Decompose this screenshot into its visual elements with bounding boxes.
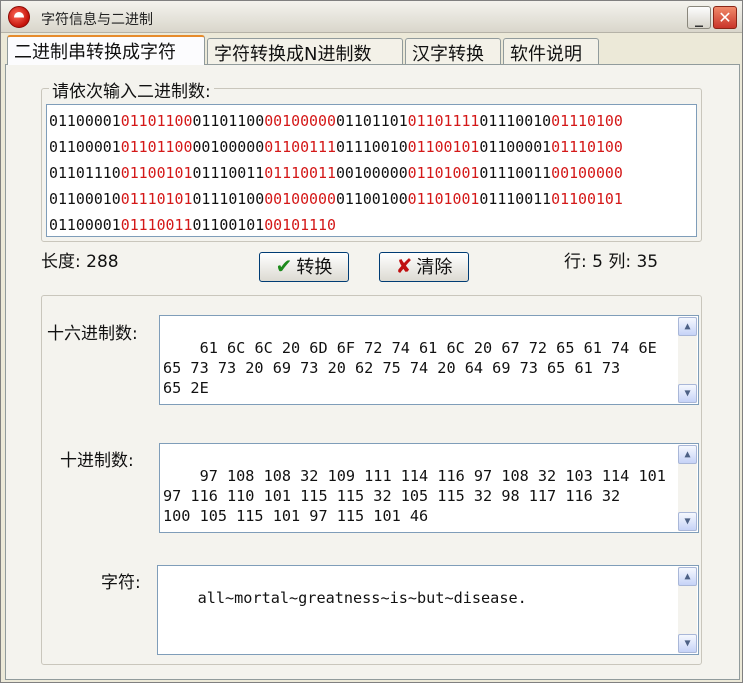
binary-line: 0110001001110101011101000010000001100100…: [49, 186, 694, 212]
chars-output-field[interactable]: all~mortal~greatness~is~but~disease. ▲ ▼: [157, 565, 699, 655]
minimize-button[interactable]: _: [687, 6, 711, 29]
binary-byte: 01101111: [407, 112, 480, 130]
binary-input-label: 请依次输入二进制数:: [49, 77, 214, 102]
decimal-scrollbar[interactable]: ▲ ▼: [678, 445, 697, 531]
binary-byte: 01110100: [551, 138, 623, 156]
scroll-down-icon[interactable]: ▼: [678, 384, 697, 403]
binary-byte: 01100100: [335, 190, 408, 208]
checkmark-icon: ✔: [275, 254, 293, 278]
hex-output-text: 61 6C 6C 20 6D 6F 72 74 61 6C 20 67 72 6…: [163, 339, 657, 397]
binary-byte: 01101101: [335, 112, 408, 130]
binary-byte: 01101100: [120, 112, 193, 130]
decimal-label: 十进制数:: [60, 451, 134, 471]
binary-byte: 01110011: [479, 190, 552, 208]
hex-output-field[interactable]: 61 6C 6C 20 6D 6F 72 74 61 6C 20 67 72 6…: [159, 315, 699, 405]
binary-line: 0110000101101100001000000110011101110010…: [49, 134, 694, 160]
close-button[interactable]: ✕: [713, 6, 737, 29]
binary-byte: 01100010: [49, 190, 121, 208]
cross-icon: ✘: [395, 254, 413, 278]
decimal-output-field[interactable]: 97 108 108 32 109 111 114 116 97 108 32 …: [159, 443, 699, 533]
binary-byte: 01110101: [120, 190, 193, 208]
binary-byte: 00100000: [264, 112, 336, 130]
binary-input-textarea[interactable]: 0110000101101100011011000010000001101101…: [46, 104, 697, 237]
scroll-down-icon[interactable]: ▼: [678, 634, 697, 653]
binary-byte: 01100111: [264, 138, 336, 156]
binary-byte: 01100101: [120, 164, 193, 182]
binary-byte: 01110100: [551, 112, 623, 130]
row-col-status: 行: 5 列: 35: [564, 252, 659, 272]
binary-byte: 01101100: [120, 138, 193, 156]
binary-byte: 01100101: [551, 190, 623, 208]
binary-byte: 01110010: [335, 138, 408, 156]
hex-label: 十六进制数:: [47, 324, 138, 344]
binary-line: 01100001011100110110010100101110: [49, 212, 694, 236]
chars-label: 字符:: [101, 573, 141, 593]
scroll-up-icon[interactable]: ▲: [678, 317, 697, 336]
binary-byte: 00100000: [264, 190, 336, 208]
title-bar[interactable]: 字符信息与二进制 _ ✕: [1, 1, 742, 33]
binary-byte: 00100000: [192, 138, 265, 156]
binary-byte: 01101001: [407, 190, 480, 208]
binary-byte: 01110010: [479, 112, 552, 130]
window-title: 字符信息与二进制: [41, 12, 153, 28]
binary-byte: 01101100: [192, 112, 265, 130]
binary-byte: 01110011: [120, 216, 193, 234]
tab-char-to-n-base[interactable]: 字符转换成N进制数: [207, 38, 403, 65]
binary-byte: 01100001: [49, 216, 121, 234]
tab-binary-to-char[interactable]: 二进制串转换成字符: [7, 35, 205, 65]
binary-byte: 01110011: [479, 164, 552, 182]
binary-byte: 01101001: [407, 164, 480, 182]
binary-byte: 01100101: [192, 216, 265, 234]
clear-button-label: 清除: [416, 257, 453, 278]
main-window: 字符信息与二进制 _ ✕ 二进制串转换成字符 字符转换成N进制数 汉字转换 软件…: [0, 0, 743, 683]
convert-button[interactable]: ✔ 转换: [259, 252, 349, 282]
tab-strip: 二进制串转换成字符 字符转换成N进制数 汉字转换 软件说明: [5, 35, 740, 65]
scroll-up-icon[interactable]: ▲: [678, 445, 697, 464]
binary-byte: 01101110: [49, 164, 121, 182]
tab-software-info[interactable]: 软件说明: [503, 38, 599, 65]
decimal-output-text: 97 108 108 32 109 111 114 116 97 108 32 …: [163, 467, 666, 525]
clear-button[interactable]: ✘ 清除: [379, 252, 469, 282]
chars-scrollbar[interactable]: ▲ ▼: [678, 567, 697, 653]
binary-byte: 00100000: [551, 164, 623, 182]
binary-byte: 01100001: [49, 112, 121, 130]
binary-byte: 01100001: [479, 138, 552, 156]
binary-byte: 01110100: [192, 190, 265, 208]
binary-byte: 01110011: [264, 164, 336, 182]
binary-byte: 01110011: [192, 164, 265, 182]
app-logo-icon[interactable]: [8, 6, 30, 28]
binary-byte: 00101110: [264, 216, 336, 234]
binary-byte: 00100000: [335, 164, 408, 182]
binary-byte: 01100001: [49, 138, 121, 156]
length-status: 长度: 288: [41, 252, 119, 272]
scroll-down-icon[interactable]: ▼: [678, 512, 697, 531]
scroll-up-icon[interactable]: ▲: [678, 567, 697, 586]
binary-line: 0110000101101100011011000010000001101101…: [49, 108, 694, 134]
tab-hanzi-convert[interactable]: 汉字转换: [405, 38, 501, 65]
binary-line: 0110111001100101011100110111001100100000…: [49, 160, 694, 186]
hex-scrollbar[interactable]: ▲ ▼: [678, 317, 697, 403]
chars-output-text: all~mortal~greatness~is~but~disease.: [197, 589, 527, 607]
binary-byte: 01100101: [407, 138, 480, 156]
convert-button-label: 转换: [296, 257, 333, 278]
